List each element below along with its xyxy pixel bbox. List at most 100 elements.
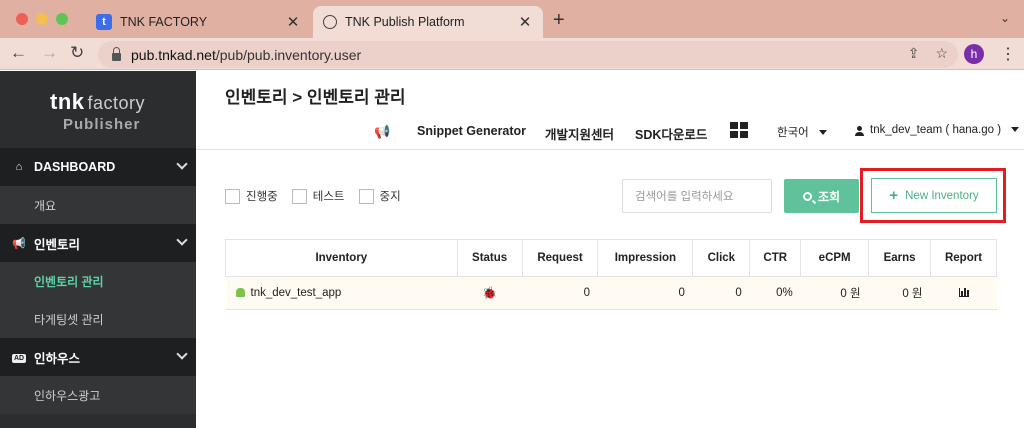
- language-selector[interactable]: 한국어: [777, 124, 827, 140]
- column-header[interactable]: Request: [521, 239, 599, 277]
- nav-dev-center[interactable]: 개발지원센터: [545, 124, 614, 143]
- app-grid-icon[interactable]: [730, 122, 748, 138]
- new-inventory-label: New Inventory: [905, 189, 979, 202]
- plus-icon: +: [889, 187, 899, 204]
- globe-icon: [323, 15, 337, 29]
- chevron-down-icon: [176, 348, 188, 360]
- breadcrumb: 인벤토리 > 인벤토리 관리: [225, 88, 406, 107]
- table-header-row: Inventory Status Request Impression Clic…: [225, 239, 997, 277]
- checkbox[interactable]: [291, 188, 307, 204]
- tab-search-chevron-icon[interactable]: ⌄: [1000, 11, 1010, 25]
- checkbox[interactable]: [225, 188, 240, 204]
- report-cell[interactable]: [930, 276, 997, 310]
- user-icon: [855, 126, 865, 136]
- sidebar-section-inhouse[interactable]: AD 인하우스: [0, 338, 196, 376]
- sidebar: tnk factory Publisher ⌂ DASHBOARD 개요 📢 인벤…: [0, 71, 196, 428]
- back-arrow-icon[interactable]: ←: [10, 43, 27, 63]
- tab-title: TNK Publish Platform: [345, 15, 465, 29]
- search-icon: [802, 191, 812, 201]
- bar-chart-icon[interactable]: [958, 288, 969, 297]
- profile-avatar[interactable]: h: [964, 44, 984, 64]
- tab-close-icon[interactable]: ✕: [515, 13, 535, 31]
- filter-stopped[interactable]: 중지: [358, 188, 401, 204]
- search-button[interactable]: 조회: [784, 179, 859, 213]
- column-header[interactable]: Impression: [597, 239, 694, 277]
- close-window-button[interactable]: [16, 13, 28, 25]
- ad-badge: AD: [12, 354, 27, 363]
- browser-toolbar: ← → ↻ pub.tnkad.net/pub/pub.inventory.us…: [0, 38, 1024, 70]
- home-icon: ⌂: [15, 161, 23, 173]
- ecpm-cell: 0 원: [800, 276, 869, 310]
- column-header[interactable]: Earns: [868, 239, 931, 277]
- top-navigation: 📢 Snippet Generator 개발지원센터 SDK다운로드 한국어 t…: [196, 114, 1024, 150]
- chevron-down-icon: [176, 234, 188, 246]
- lock-icon: [112, 46, 121, 61]
- nav-sdk-download[interactable]: SDK다운로드: [635, 124, 707, 143]
- tab-title: TNK FACTORY: [120, 15, 208, 29]
- chevron-down-icon: [176, 158, 188, 170]
- column-header[interactable]: Inventory: [225, 239, 458, 277]
- address-bar[interactable]: pub.tnkad.net/pub/pub.inventory.user ⇪ ☆: [98, 41, 958, 68]
- checkbox-label: 진행중: [246, 191, 278, 203]
- language-label: 한국어: [777, 127, 809, 139]
- search-input[interactable]: 검색어를 입력하세요: [622, 179, 772, 213]
- tab-close-icon[interactable]: ✕: [283, 13, 303, 31]
- column-header[interactable]: eCPM: [800, 239, 870, 277]
- column-header[interactable]: Click: [692, 239, 751, 277]
- sidebar-item-overview[interactable]: 개요: [0, 186, 196, 224]
- sidebar-section-label: 인벤토리: [34, 237, 81, 252]
- caret-down-icon: [818, 130, 827, 136]
- sidebar-item-targeting-set[interactable]: 타게팅셋 관리: [0, 300, 196, 338]
- inventory-name: tnk_dev_test_app: [250, 287, 342, 299]
- checkbox-label: 중지: [379, 191, 401, 203]
- request-cell: 0: [522, 276, 598, 310]
- share-icon[interactable]: ⇪: [908, 45, 920, 62]
- ctr-cell: 0%: [749, 276, 801, 310]
- table-row[interactable]: tnk_dev_test_app 🐞 0 0 0 0% 0 원 0 원: [225, 276, 997, 310]
- reload-icon[interactable]: ↻: [70, 43, 84, 63]
- ad-icon: AD: [12, 351, 27, 363]
- browser-menu-icon[interactable]: ⋮: [1000, 44, 1016, 64]
- checkbox[interactable]: [358, 188, 374, 204]
- column-header[interactable]: Status: [456, 239, 523, 277]
- user-menu[interactable]: tnk_dev_team ( hana.go ): [870, 124, 1020, 136]
- filter-test[interactable]: 테스트: [291, 188, 345, 204]
- search-button-label: 조회: [817, 189, 841, 204]
- megaphone-icon[interactable]: 📢: [374, 124, 390, 140]
- column-header[interactable]: Report: [930, 239, 997, 277]
- forward-arrow-icon[interactable]: →: [41, 43, 58, 63]
- click-cell: 0: [692, 276, 750, 310]
- bookmark-star-icon[interactable]: ☆: [935, 45, 948, 62]
- checkbox-label: 테스트: [312, 191, 345, 203]
- new-inventory-button[interactable]: + New Inventory: [871, 178, 997, 213]
- filter-in-progress[interactable]: 진행중: [225, 188, 278, 204]
- nav-snippet-generator[interactable]: Snippet Generator: [417, 124, 526, 138]
- browser-tab-tnk-factory[interactable]: t TNK FACTORY ✕: [86, 6, 311, 38]
- megaphone-icon: 📢: [12, 237, 26, 250]
- earns-cell: 0 원: [868, 276, 931, 310]
- user-label: tnk_dev_team ( hana.go ): [870, 124, 1002, 136]
- caret-down-icon: [1011, 127, 1020, 133]
- impression-cell: 0: [597, 276, 693, 310]
- minimize-window-button[interactable]: [36, 13, 48, 25]
- browser-tab-publish-platform[interactable]: TNK Publish Platform ✕: [313, 6, 543, 38]
- url-text: pub.tnkad.net/pub/pub.inventory.user: [131, 46, 362, 63]
- sidebar-item-inventory-manage[interactable]: 인벤토리 관리: [0, 262, 196, 300]
- brand-factory: factory: [87, 93, 146, 113]
- status-filters: 진행중 테스트 중지: [225, 188, 415, 204]
- sidebar-section-label: 인하우스: [34, 351, 81, 366]
- status-cell: 🐞: [457, 276, 523, 310]
- inventory-name-cell[interactable]: tnk_dev_test_app: [225, 276, 458, 310]
- sidebar-section-inventory[interactable]: 📢 인벤토리: [0, 224, 196, 262]
- maximize-window-button[interactable]: [56, 13, 68, 25]
- brand-logo[interactable]: tnk factory Publisher: [0, 71, 196, 148]
- sidebar-section-label: DASHBOARD: [34, 160, 116, 174]
- brand-subtitle: Publisher: [63, 116, 141, 133]
- bug-icon: 🐞: [482, 286, 498, 300]
- sidebar-section-dashboard[interactable]: ⌂ DASHBOARD: [0, 148, 196, 186]
- tnk-t-icon: t: [96, 14, 112, 30]
- column-header[interactable]: CTR: [749, 239, 802, 277]
- sidebar-item-inhouse-ad[interactable]: 인하우스광고: [0, 376, 196, 414]
- new-tab-button[interactable]: +: [553, 9, 565, 32]
- browser-tabstrip: t TNK FACTORY ✕ TNK Publish Platform ✕ +…: [0, 0, 1024, 38]
